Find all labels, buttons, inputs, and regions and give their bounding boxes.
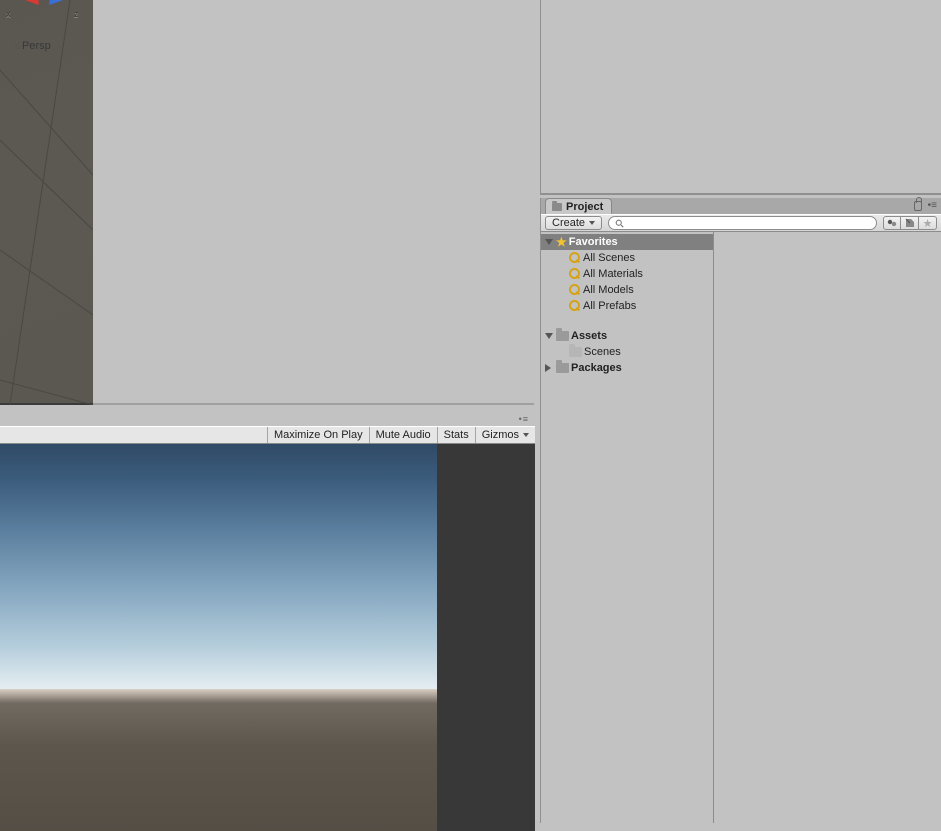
tree-item-label: All Prefabs <box>583 300 636 312</box>
panel-drag-bar[interactable]: •≡ <box>0 408 535 426</box>
tree-assets[interactable]: Assets <box>541 328 713 344</box>
game-view-panel: •≡ Maximize On Play Mute Audio Stats Giz… <box>0 408 535 823</box>
search-filter-group: ★ <box>883 216 937 230</box>
perspective-toggle[interactable]: Persp <box>14 40 51 52</box>
tree-packages-label: Packages <box>571 362 622 374</box>
tab-project-label: Project <box>566 201 603 213</box>
stats-button[interactable]: Stats <box>437 427 475 443</box>
axis-x-label: x <box>6 9 11 19</box>
game-sky <box>0 444 437 692</box>
axis-z-label: z <box>74 9 79 19</box>
scene-view-panel: x z Persp <box>0 0 535 407</box>
orientation-gizmo[interactable] <box>22 0 68 26</box>
folder-icon <box>569 347 582 357</box>
inspector-panel <box>540 0 941 195</box>
game-letterbox <box>437 444 535 831</box>
tree-item-label: All Models <box>583 284 634 296</box>
tree-item-all-models[interactable]: All Models <box>541 282 713 298</box>
project-tabbar: Project •≡ <box>541 198 941 214</box>
game-ground <box>0 689 437 831</box>
tree-assets-label: Assets <box>571 330 607 342</box>
search-input[interactable] <box>628 218 870 229</box>
project-body: ★ Favorites All Scenes All Materials All… <box>541 232 941 823</box>
tree-favorites[interactable]: ★ Favorites <box>541 234 713 250</box>
project-panel: Project •≡ Create ★ ★ Favorites <box>540 198 941 823</box>
save-search-button[interactable]: ★ <box>919 216 937 230</box>
search-filter-icon <box>569 300 581 312</box>
project-tree[interactable]: ★ Favorites All Scenes All Materials All… <box>541 232 714 823</box>
tree-favorites-label: Favorites <box>569 236 618 248</box>
tree-item-label: Scenes <box>584 346 621 358</box>
axis-z-cone-icon[interactable] <box>49 0 73 7</box>
tab-project[interactable]: Project <box>545 198 612 214</box>
project-toolbar: Create ★ <box>541 214 941 232</box>
search-input-wrap[interactable] <box>608 216 877 230</box>
search-filter-icon <box>569 252 581 264</box>
scene-sidebar: x z Persp <box>0 0 93 405</box>
tree-item-label: All Materials <box>583 268 643 280</box>
disclosure-open-icon[interactable] <box>545 333 553 339</box>
scene-viewport[interactable] <box>93 0 534 405</box>
create-dropdown[interactable]: Create <box>545 216 602 230</box>
panel-options-icon[interactable]: •≡ <box>519 414 529 424</box>
mute-audio-button[interactable]: Mute Audio <box>369 427 437 443</box>
star-icon: ★ <box>556 236 567 248</box>
tree-packages[interactable]: Packages <box>541 360 713 376</box>
search-icon <box>615 219 624 228</box>
axis-x-cone-icon[interactable] <box>15 0 39 7</box>
tree-item-label: All Scenes <box>583 252 635 264</box>
disclosure-closed-icon[interactable] <box>545 364 551 372</box>
disclosure-open-icon[interactable] <box>545 239 553 245</box>
game-toolbar: Maximize On Play Mute Audio Stats Gizmos <box>0 426 535 444</box>
project-content-area[interactable] <box>714 232 941 823</box>
gizmos-dropdown[interactable]: Gizmos <box>475 427 535 443</box>
filter-by-label-button[interactable] <box>901 216 919 230</box>
tree-item-all-materials[interactable]: All Materials <box>541 266 713 282</box>
game-viewport[interactable] <box>0 444 535 831</box>
folder-icon <box>556 331 569 341</box>
search-filter-icon <box>569 284 581 296</box>
folder-icon <box>552 203 562 211</box>
lock-icon[interactable] <box>914 201 922 211</box>
filter-by-type-button[interactable] <box>883 216 901 230</box>
tree-item-scenes[interactable]: Scenes <box>541 344 713 360</box>
tree-item-all-scenes[interactable]: All Scenes <box>541 250 713 266</box>
tree-item-all-prefabs[interactable]: All Prefabs <box>541 298 713 314</box>
panel-menu-icon[interactable]: •≡ <box>928 200 937 211</box>
scene-grid <box>0 0 93 405</box>
folder-icon <box>556 363 569 373</box>
search-filter-icon <box>569 268 581 280</box>
maximize-on-play-button[interactable]: Maximize On Play <box>267 427 369 443</box>
